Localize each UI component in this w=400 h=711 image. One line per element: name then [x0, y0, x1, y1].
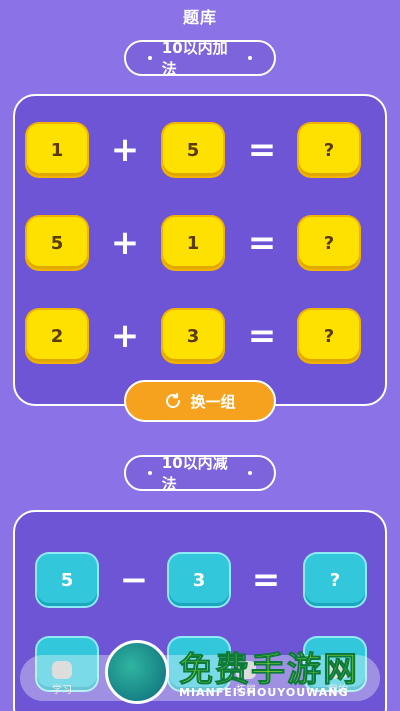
equation-row: 1 + 5 = ?: [15, 124, 385, 186]
operand-b: 3: [169, 554, 229, 606]
tab-label: 拓展: [236, 684, 256, 696]
answer-tile[interactable]: ?: [299, 310, 359, 362]
equation-row: 5 + 1 = ?: [15, 217, 385, 279]
dot-icon: [248, 56, 252, 60]
equals-operator: =: [247, 223, 277, 263]
tab-learn[interactable]: 学习: [42, 655, 82, 701]
operand-a: 2: [27, 310, 87, 362]
tab-expand[interactable]: 拓展: [226, 655, 266, 701]
practice-icon: [144, 668, 164, 686]
addition-panel: 1 + 5 = ? 5 + 1 = ? 2 + 3 = ?: [13, 94, 387, 406]
operand-b: 3: [163, 310, 223, 362]
operand-a: 5: [27, 217, 87, 269]
dot-icon: [148, 56, 152, 60]
equation-row: 2 + 3 = ?: [15, 310, 385, 372]
expand-icon: [236, 660, 256, 679]
tab-mine[interactable]: 我的: [318, 655, 358, 701]
operand-b: 1: [163, 217, 223, 269]
minus-operator: −: [119, 560, 149, 600]
equals-operator: =: [251, 560, 281, 600]
answer-tile[interactable]: ?: [305, 554, 365, 606]
plus-operator: +: [110, 316, 140, 356]
refresh-icon: [166, 392, 181, 408]
user-icon: [328, 660, 348, 679]
tab-label: 我的: [328, 684, 348, 696]
plus-operator: +: [110, 130, 140, 170]
operand-a: 1: [27, 124, 87, 176]
home-icon: [52, 660, 72, 679]
section-title-addition: 10以内加法: [124, 39, 276, 78]
equals-operator: =: [247, 130, 277, 170]
section-title-subtraction: 10以内减法: [124, 454, 276, 493]
tab-practice[interactable]: [134, 655, 174, 701]
shuffle-label: 换一组: [190, 392, 236, 411]
operand-a: 5: [37, 554, 97, 606]
shuffle-button[interactable]: 换一组: [124, 380, 276, 422]
equals-operator: =: [247, 316, 277, 356]
dot-icon: [248, 471, 252, 475]
equation-row: 5 − 3 = ?: [15, 554, 385, 616]
answer-tile[interactable]: ?: [299, 124, 359, 176]
section-title-label: 10以内加法: [161, 39, 228, 78]
section-title-label: 10以内减法: [161, 454, 228, 493]
dot-icon: [148, 471, 152, 475]
bottom-tab-bar: 学习 拓展 我的: [20, 655, 380, 701]
operand-b: 5: [163, 124, 223, 176]
page-title: 题库: [182, 8, 217, 27]
answer-tile[interactable]: ?: [299, 217, 359, 269]
plus-operator: +: [110, 223, 140, 263]
tab-label: 学习: [52, 684, 72, 696]
